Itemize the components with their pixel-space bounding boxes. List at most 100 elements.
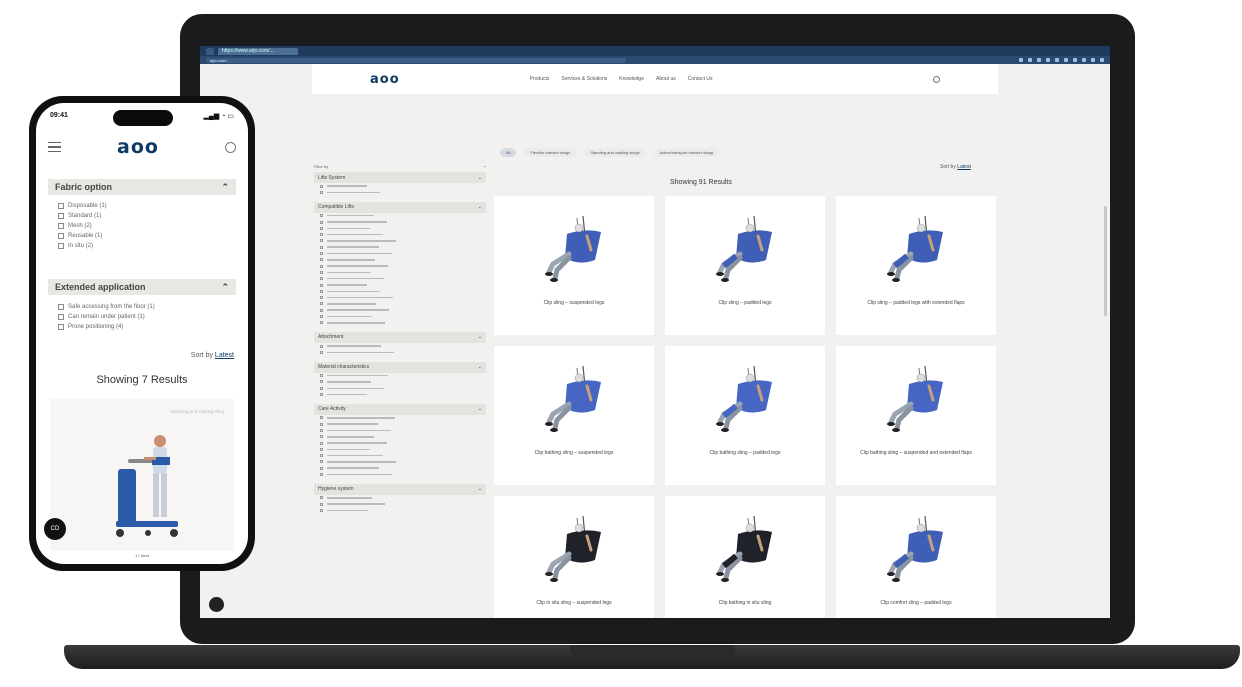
extension-icon[interactable] bbox=[1046, 58, 1050, 62]
extension-icon[interactable] bbox=[1019, 58, 1023, 62]
product-card[interactable]: Clip sling – padded legs with extended f… bbox=[836, 196, 996, 335]
product-card[interactable]: Clip bathing in situ sling bbox=[665, 496, 825, 618]
chip-flexible[interactable]: Flexible transfer slings bbox=[524, 148, 577, 157]
extension-icon[interactable] bbox=[1037, 58, 1041, 62]
product-card[interactable]: Clip sling – padded legs bbox=[665, 196, 825, 335]
checkbox[interactable] bbox=[320, 473, 323, 477]
phone-logo[interactable]: aoo bbox=[117, 136, 159, 158]
checkbox[interactable] bbox=[58, 304, 64, 310]
checkbox[interactable] bbox=[320, 321, 323, 325]
checkbox[interactable] bbox=[320, 226, 323, 230]
filter-group-header[interactable]: Care Activity ⌄ bbox=[314, 403, 486, 415]
checkbox[interactable] bbox=[320, 441, 323, 445]
filter-option[interactable] bbox=[314, 349, 486, 355]
nav-item-contact[interactable]: Contact Us bbox=[688, 76, 713, 82]
chip-all[interactable]: All bbox=[500, 148, 517, 157]
filter-group-header[interactable]: Attachment ⌄ bbox=[314, 331, 486, 343]
sort-value[interactable]: Latest bbox=[215, 352, 234, 359]
phone-group-fabric[interactable]: Fabric option ⌃ bbox=[48, 179, 236, 195]
filter-option[interactable]: Reusable (1) bbox=[58, 231, 107, 241]
nav-item-services[interactable]: Services & Solutions bbox=[561, 76, 607, 82]
product-card[interactable]: Clip sling – suspended legs bbox=[494, 196, 654, 335]
product-card[interactable]: Clip bathing sling – suspended and exten… bbox=[836, 346, 996, 485]
search-icon[interactable] bbox=[225, 141, 236, 153]
product-name[interactable]: Clip bathing sling – suspended legs bbox=[500, 450, 648, 457]
checkbox[interactable] bbox=[320, 380, 323, 384]
browser-tab-active[interactable]: https://www.arjo.com/... bbox=[218, 47, 298, 55]
filter-option[interactable]: Standard (1) bbox=[58, 211, 107, 221]
checkbox[interactable] bbox=[320, 289, 323, 293]
filter-group-header[interactable]: Compatible Lifts ⌄ bbox=[314, 201, 486, 213]
checkbox[interactable] bbox=[320, 350, 323, 354]
checkbox[interactable] bbox=[58, 243, 64, 249]
product-card[interactable]: Clip bathing sling – suspended legs bbox=[494, 346, 654, 485]
checkbox[interactable] bbox=[58, 203, 64, 209]
checkbox[interactable] bbox=[320, 220, 323, 224]
nav-item-knowledge[interactable]: Knowledge bbox=[619, 76, 644, 82]
extension-icon[interactable] bbox=[1064, 58, 1068, 62]
checkbox[interactable] bbox=[58, 324, 64, 330]
product-name[interactable]: Clip sling – suspended legs bbox=[500, 300, 648, 307]
checkbox[interactable] bbox=[320, 264, 323, 268]
checkbox[interactable] bbox=[320, 422, 323, 426]
checkbox[interactable] bbox=[320, 344, 323, 348]
checkbox[interactable] bbox=[320, 496, 323, 500]
checkbox[interactable] bbox=[320, 308, 323, 312]
checkbox[interactable] bbox=[320, 190, 323, 194]
product-name[interactable]: Clip comfort sling – padded legs bbox=[842, 600, 990, 607]
nav-item-products[interactable]: Products bbox=[530, 76, 550, 82]
checkbox[interactable] bbox=[320, 502, 323, 506]
sort-control[interactable]: Sort by Latest bbox=[940, 164, 971, 170]
product-card[interactable]: Clip comfort sling – padded legs bbox=[836, 496, 996, 618]
checkbox[interactable] bbox=[320, 416, 323, 420]
filter-option[interactable]: Mesh (2) bbox=[58, 221, 107, 231]
chip-standing[interactable]: Standing and walking slings bbox=[584, 148, 646, 157]
product-card[interactable]: Clip in situ sling – suspended legs bbox=[494, 496, 654, 618]
checkbox[interactable] bbox=[320, 302, 323, 306]
filter-toggle[interactable]: + bbox=[484, 164, 486, 172]
checkbox[interactable] bbox=[320, 184, 323, 188]
checkbox[interactable] bbox=[58, 223, 64, 229]
checkbox[interactable] bbox=[320, 283, 323, 287]
checkbox[interactable] bbox=[320, 460, 323, 464]
pagination[interactable]: 1 / Next bbox=[36, 553, 248, 558]
checkbox[interactable] bbox=[58, 314, 64, 320]
phone-sort-control[interactable]: Sort by Latest bbox=[191, 352, 234, 359]
checkbox[interactable] bbox=[320, 508, 323, 512]
filter-group-header[interactable]: Material characteristics ⌄ bbox=[314, 361, 486, 373]
checkbox[interactable] bbox=[320, 393, 323, 397]
filter-option[interactable]: Can remain under patient (1) bbox=[58, 312, 155, 322]
menu-icon[interactable] bbox=[48, 141, 61, 153]
product-name[interactable]: Clip bathing sling – padded legs bbox=[671, 450, 819, 457]
sort-value[interactable]: Latest bbox=[957, 164, 971, 170]
filter-option[interactable]: Safe accessing from the floor (1) bbox=[58, 302, 155, 312]
product-card[interactable]: Clip bathing sling – padded legs bbox=[665, 346, 825, 485]
checkbox[interactable] bbox=[320, 428, 323, 432]
checkbox[interactable] bbox=[320, 245, 323, 249]
filter-group-header[interactable]: Lifts System ⌄ bbox=[314, 172, 486, 183]
checkbox[interactable] bbox=[320, 214, 323, 218]
checkbox[interactable] bbox=[320, 296, 323, 300]
extension-icon[interactable] bbox=[1028, 58, 1032, 62]
checkbox[interactable] bbox=[320, 270, 323, 274]
url-input[interactable]: arjo.com/... bbox=[206, 57, 626, 63]
chat-button[interactable]: CD bbox=[44, 518, 66, 540]
checkbox[interactable] bbox=[320, 374, 323, 378]
checkbox[interactable] bbox=[320, 454, 323, 458]
site-logo[interactable]: aoo bbox=[370, 72, 400, 87]
nav-item-about[interactable]: About us bbox=[656, 76, 676, 82]
phone-group-extended[interactable]: Extended application ⌃ bbox=[48, 279, 236, 295]
extension-icon[interactable] bbox=[1073, 58, 1077, 62]
checkbox[interactable] bbox=[320, 386, 323, 390]
product-name[interactable]: Clip bathing in situ sling bbox=[671, 600, 819, 607]
product-name[interactable]: Clip sling – padded legs with extended f… bbox=[842, 300, 990, 307]
chip-active-transfer[interactable]: Active/transport transfer slings bbox=[653, 148, 720, 157]
filter-option[interactable] bbox=[314, 507, 486, 513]
checkbox[interactable] bbox=[320, 314, 323, 318]
checkbox[interactable] bbox=[320, 466, 323, 470]
extension-icon[interactable] bbox=[1055, 58, 1059, 62]
checkbox[interactable] bbox=[320, 258, 323, 262]
checkbox[interactable] bbox=[320, 277, 323, 281]
filter-option[interactable]: In situ (2) bbox=[58, 241, 107, 251]
phone-product-card[interactable]: Standing and walking sling bbox=[50, 399, 234, 551]
